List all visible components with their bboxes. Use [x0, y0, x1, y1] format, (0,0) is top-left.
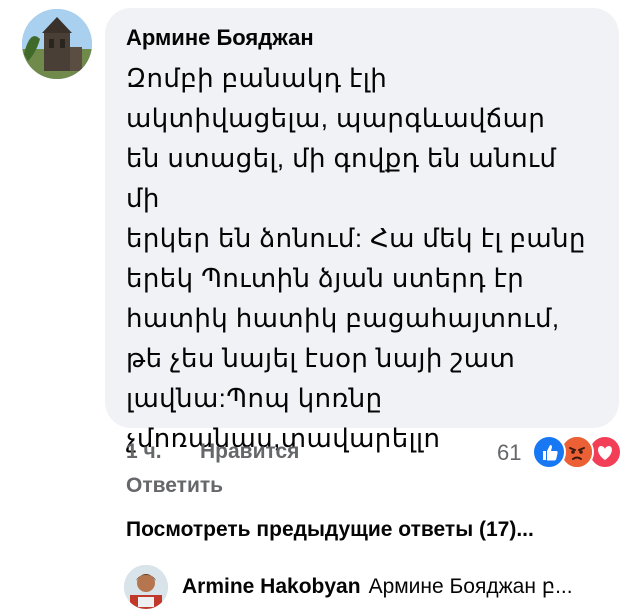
view-previous-replies-link[interactable]: Посмотреть предыдущие ответы (17)... — [126, 518, 534, 542]
comment-bubble: Армине Бояджан Զոմբի բանակդ էլի ակտիվացե… — [105, 8, 619, 453]
reply-preview-line[interactable]: Armine Hakobyan Армине Бояджан բ... — [182, 574, 602, 599]
comment-timestamp[interactable]: 1 ч. — [126, 440, 162, 464]
commenter-avatar[interactable] — [22, 9, 92, 79]
church-photo — [22, 9, 92, 79]
like-button[interactable]: Нравится — [200, 440, 299, 464]
comment-text: Զոմբի բանակդ էլի ակտիվացելա, պարգևավճար … — [126, 63, 586, 453]
reply-author-avatar[interactable] — [124, 565, 168, 609]
reply-author-name[interactable]: Armine Hakobyan — [182, 575, 361, 598]
person-photo — [124, 565, 168, 609]
like-reaction-icon — [532, 435, 566, 469]
comment-author-name[interactable]: Армине Бояджан — [126, 24, 314, 52]
reply-preview-text: Армине Бояджан բ... — [368, 575, 573, 598]
reply-button[interactable]: Ответить — [126, 474, 223, 498]
reaction-icons[interactable] — [532, 435, 624, 469]
reaction-count[interactable]: 61 — [497, 440, 521, 466]
